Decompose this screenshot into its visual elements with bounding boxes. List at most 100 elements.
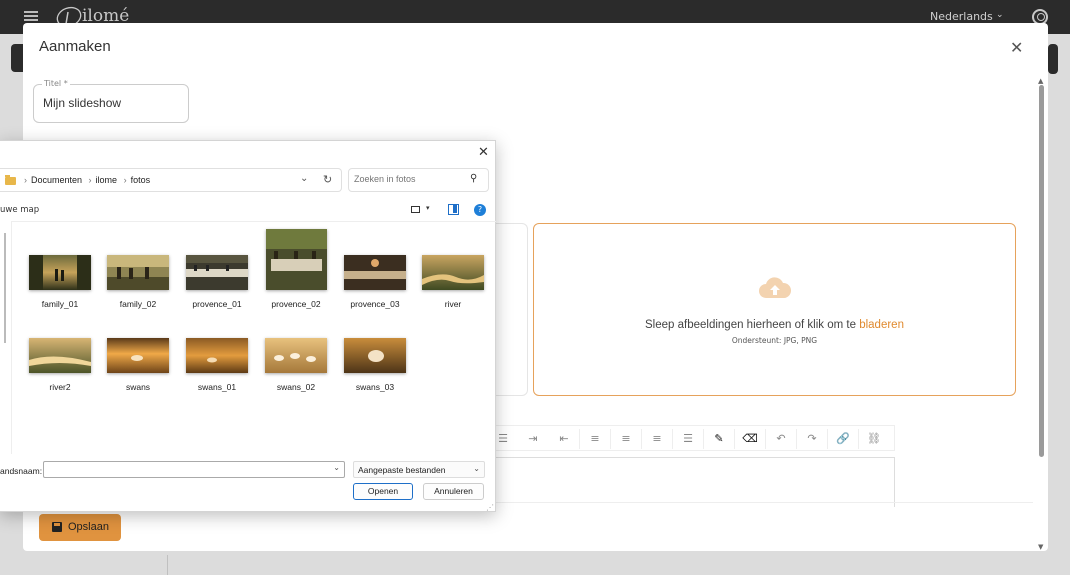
- preview-pane-icon[interactable]: [448, 204, 459, 215]
- file-item[interactable]: river: [417, 255, 489, 309]
- file-name: swans_01: [197, 382, 237, 392]
- scroll-down-icon[interactable]: ▼: [1038, 543, 1043, 551]
- align-left-icon[interactable]: ≡: [585, 431, 605, 447]
- align-center-icon[interactable]: ≡: [616, 431, 636, 447]
- breadcrumb-item[interactable]: fotos: [131, 175, 151, 185]
- dropzone-text: Sleep afbeeldingen hierheen of klik om t…: [534, 319, 1015, 331]
- browse-link[interactable]: bladeren: [859, 319, 904, 331]
- breadcrumb-item[interactable]: ilome: [96, 175, 118, 185]
- search-icon: ⚲: [470, 173, 478, 184]
- align-justify-icon[interactable]: ☰: [678, 431, 698, 447]
- menu-icon[interactable]: [24, 11, 38, 21]
- align-right-icon[interactable]: ≡: [647, 431, 667, 447]
- file-open-dialog: ✕ ›Documenten ›ilome ›fotos ⌄ ↻ ⚲ uwe ma…: [0, 140, 496, 512]
- file-name: swans_02: [276, 382, 316, 392]
- editor-toolbar: ☰ ⇥ ⇤ ≡ ≡ ≡ ☰ ✎ ⌫ ↶ ↷ 🔗 ⛓: [493, 425, 895, 451]
- undo-icon[interactable]: ↶: [771, 431, 791, 447]
- text-color-icon[interactable]: ✎: [709, 431, 729, 447]
- save-button-label: Opslaan: [68, 521, 109, 533]
- file-item[interactable]: swans_02: [260, 338, 332, 392]
- chevron-down-icon[interactable]: ⌄: [300, 173, 308, 184]
- close-icon[interactable]: ✕: [1010, 38, 1023, 57]
- open-button[interactable]: Openen: [353, 483, 413, 500]
- eraser-icon[interactable]: ⌫: [740, 431, 760, 447]
- filename-input[interactable]: ⌄: [43, 461, 345, 478]
- search-field[interactable]: ⚲: [348, 168, 489, 192]
- list-icon[interactable]: ☰: [493, 431, 513, 447]
- title-input[interactable]: [43, 96, 183, 110]
- scroll-up-icon[interactable]: ▲: [1038, 77, 1043, 85]
- background-element: [1048, 44, 1058, 74]
- file-item[interactable]: family_02: [102, 255, 174, 309]
- image-thumbnail: [265, 229, 327, 290]
- file-type-value: Aangepaste bestanden: [358, 465, 446, 475]
- close-icon[interactable]: ✕: [478, 145, 489, 160]
- image-thumbnail: [186, 255, 248, 290]
- cancel-button[interactable]: Annuleren: [423, 483, 484, 500]
- nav-pane-scrollbar[interactable]: [4, 233, 6, 343]
- chevron-down-icon: ⌄: [473, 464, 480, 473]
- file-name: provence_02: [271, 299, 321, 309]
- modal-title: Aanmaken: [39, 38, 111, 55]
- file-item[interactable]: swans_03: [339, 338, 411, 392]
- image-thumbnail: [344, 255, 406, 290]
- scrollbar-thumb[interactable]: [1039, 85, 1044, 457]
- indent-icon[interactable]: ⇥: [523, 431, 543, 447]
- folder-icon: [5, 175, 16, 185]
- search-input[interactable]: [354, 174, 464, 184]
- breadcrumb: › Documenten › ilome › fotos: [24, 175, 151, 185]
- chevron-down-icon[interactable]: ⌄: [333, 463, 340, 472]
- language-selector[interactable]: Nederlands: [930, 10, 993, 23]
- supported-formats: Ondersteunt: JPG, PNG: [731, 336, 818, 345]
- breadcrumb-item[interactable]: Documenten: [31, 175, 82, 185]
- command-bar: uwe map ▾ ?: [0, 201, 496, 221]
- title-field-label: Titel *: [42, 79, 70, 88]
- file-type-select[interactable]: Aangepaste bestanden ⌄: [353, 461, 485, 478]
- help-icon[interactable]: ?: [474, 204, 486, 216]
- file-item[interactable]: provence_03: [339, 255, 411, 309]
- image-thumbnail: [186, 338, 248, 373]
- unlink-icon[interactable]: ⛓: [864, 431, 884, 447]
- image-thumbnail: [107, 255, 169, 290]
- file-item[interactable]: provence_01: [181, 255, 253, 309]
- chevron-down-icon[interactable]: ⌄: [996, 10, 1004, 20]
- redo-icon[interactable]: ↷: [802, 431, 822, 447]
- file-name: river2: [49, 382, 71, 392]
- file-item[interactable]: swans_01: [181, 338, 253, 392]
- chevron-down-icon[interactable]: ▾: [426, 204, 430, 212]
- dropzone-instruction: Sleep afbeeldingen hierheen of klik om t…: [645, 319, 856, 331]
- image-thumbnail: [344, 338, 406, 373]
- file-name: provence_03: [350, 299, 400, 309]
- upload-cloud-icon: [759, 277, 792, 298]
- image-list-panel: [493, 223, 528, 396]
- text-editor[interactable]: [493, 457, 895, 507]
- link-icon[interactable]: 🔗: [833, 431, 853, 447]
- file-name: family_02: [119, 299, 157, 309]
- image-thumbnail: [29, 338, 91, 373]
- new-folder-button[interactable]: uwe map: [0, 205, 39, 215]
- file-item[interactable]: swans: [102, 338, 174, 392]
- image-thumbnail: [422, 255, 484, 290]
- file-name: swans: [125, 382, 151, 392]
- file-item[interactable]: family_01: [24, 255, 96, 309]
- image-thumbnail: [265, 338, 327, 373]
- save-button[interactable]: Opslaan: [39, 514, 121, 541]
- image-thumbnail: [29, 255, 91, 290]
- title-field: Titel *: [33, 79, 189, 123]
- file-item[interactable]: provence_02: [260, 229, 332, 309]
- image-dropzone[interactable]: Sleep afbeeldingen hierheen of klik om t…: [533, 223, 1016, 396]
- background-divider: [167, 555, 168, 575]
- file-name: swans_03: [355, 382, 395, 392]
- view-mode-icon[interactable]: [411, 206, 420, 213]
- resize-grip-icon[interactable]: ⋰: [486, 503, 494, 512]
- refresh-icon[interactable]: ↻: [323, 173, 332, 186]
- file-name: provence_01: [192, 299, 242, 309]
- address-bar[interactable]: › Documenten › ilome › fotos ⌄ ↻: [0, 168, 342, 192]
- image-thumbnail: [107, 338, 169, 373]
- file-name: river: [444, 299, 462, 309]
- outdent-icon[interactable]: ⇤: [554, 431, 574, 447]
- filename-label: andsnaam:: [0, 466, 43, 476]
- modal-scrollbar[interactable]: ▲ ▼: [1038, 77, 1045, 551]
- file-item[interactable]: river2: [24, 338, 96, 392]
- save-icon: [52, 522, 62, 532]
